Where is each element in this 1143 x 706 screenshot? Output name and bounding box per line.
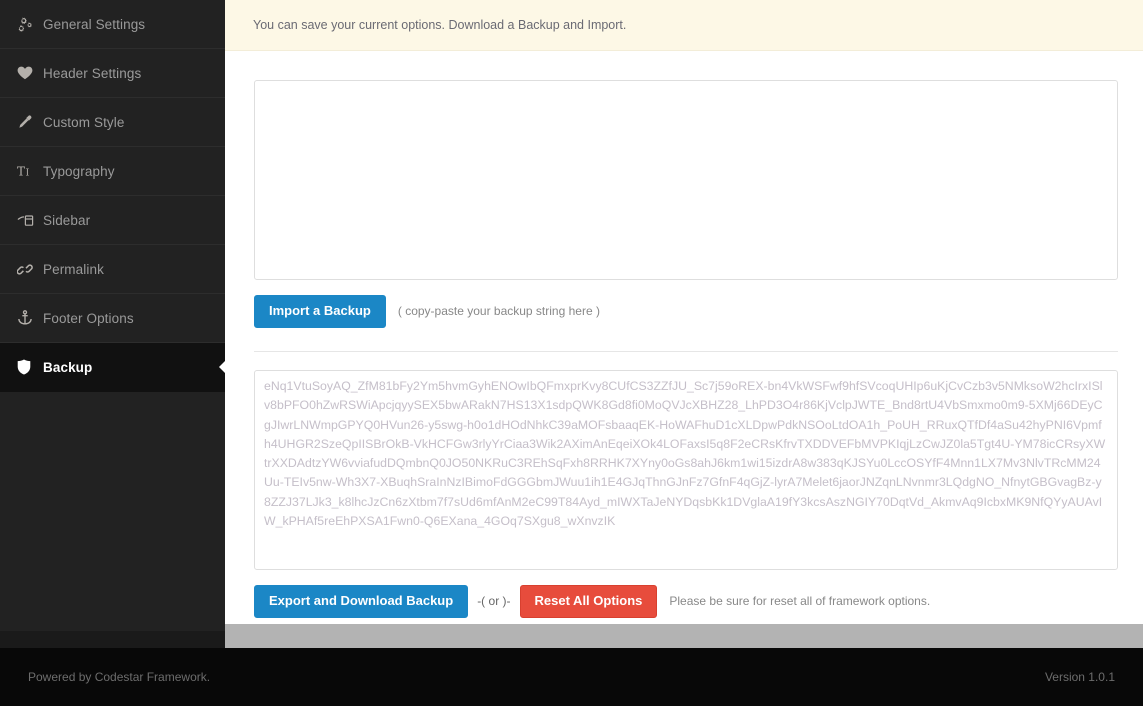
sidebar-item-label: Permalink — [43, 261, 104, 277]
anchor-icon — [17, 310, 41, 326]
sidebar-item-footer-options[interactable]: Footer Options — [0, 294, 225, 343]
import-backup-textarea[interactable] — [254, 80, 1118, 280]
svg-text:I: I — [26, 169, 30, 179]
content-bottom-strip — [225, 624, 1143, 648]
sidebar-bottom-filler — [0, 631, 225, 648]
eyedropper-icon — [17, 114, 41, 130]
export-download-backup-button[interactable]: Export and Download Backup — [254, 584, 469, 618]
export-backup-textarea[interactable] — [254, 369, 1118, 570]
import-hint-text: ( copy-paste your backup string here ) — [397, 304, 600, 319]
backup-panel: You can save your current options. Downl… — [225, 0, 1143, 624]
export-button-row: Export and Download Backup -( or )- Rese… — [254, 584, 1118, 618]
sidebar-item-label: Typography — [43, 163, 115, 179]
notice-text: You can save your current options. Downl… — [253, 18, 627, 32]
gears-icon — [17, 16, 41, 32]
sidebar-item-label: Custom Style — [43, 114, 125, 130]
reset-hint-text: Please be sure for reset all of framewor… — [669, 594, 931, 609]
sidebar-item-custom-style[interactable]: Custom Style — [0, 98, 225, 147]
sidebar-nav-list: General Settings Header Settings Custom … — [0, 0, 226, 392]
sidebar-item-header-settings[interactable]: Header Settings — [0, 49, 225, 98]
settings-sidebar: General Settings Header Settings Custom … — [0, 0, 226, 631]
reset-all-options-button[interactable]: Reset All Options — [519, 584, 658, 618]
sidebar-item-label: Header Settings — [43, 65, 142, 81]
sidebar-item-permalink[interactable]: Permalink — [0, 245, 225, 294]
page-footer: Powered by Codestar Framework. Version 1… — [0, 648, 1143, 706]
sidebar-item-label: Sidebar — [43, 212, 91, 228]
sidebar-item-label: Footer Options — [43, 310, 134, 326]
footer-credit-text: Powered by Codestar Framework. — [28, 670, 211, 684]
backup-panel-body: Import a Backup ( copy-paste your backup… — [225, 51, 1143, 618]
sidebar-icon — [17, 213, 41, 228]
notice-bar: You can save your current options. Downl… — [225, 0, 1143, 51]
heart-icon — [17, 66, 41, 80]
sidebar-item-general-settings[interactable]: General Settings — [0, 0, 225, 49]
plugin-options-page: General Settings Header Settings Custom … — [0, 0, 1143, 706]
sidebar-item-label: Backup — [43, 359, 93, 375]
sidebar-item-label: General Settings — [43, 16, 146, 32]
import-backup-button[interactable]: Import a Backup — [254, 295, 386, 328]
sidebar-item-typography[interactable]: T I Typography — [0, 147, 225, 196]
sidebar-item-backup[interactable]: Backup — [0, 343, 226, 392]
svg-text:T: T — [17, 165, 25, 179]
chain-link-icon — [17, 262, 41, 277]
shield-icon — [17, 359, 41, 375]
text-height-icon: T I — [17, 164, 41, 179]
sidebar-item-sidebar[interactable]: Sidebar — [0, 196, 225, 245]
import-button-row: Import a Backup ( copy-paste your backup… — [254, 295, 1118, 328]
footer-version-text: Version 1.0.1 — [1044, 670, 1115, 684]
or-separator-text: -( or )- — [477, 594, 511, 609]
section-divider — [254, 350, 1118, 352]
